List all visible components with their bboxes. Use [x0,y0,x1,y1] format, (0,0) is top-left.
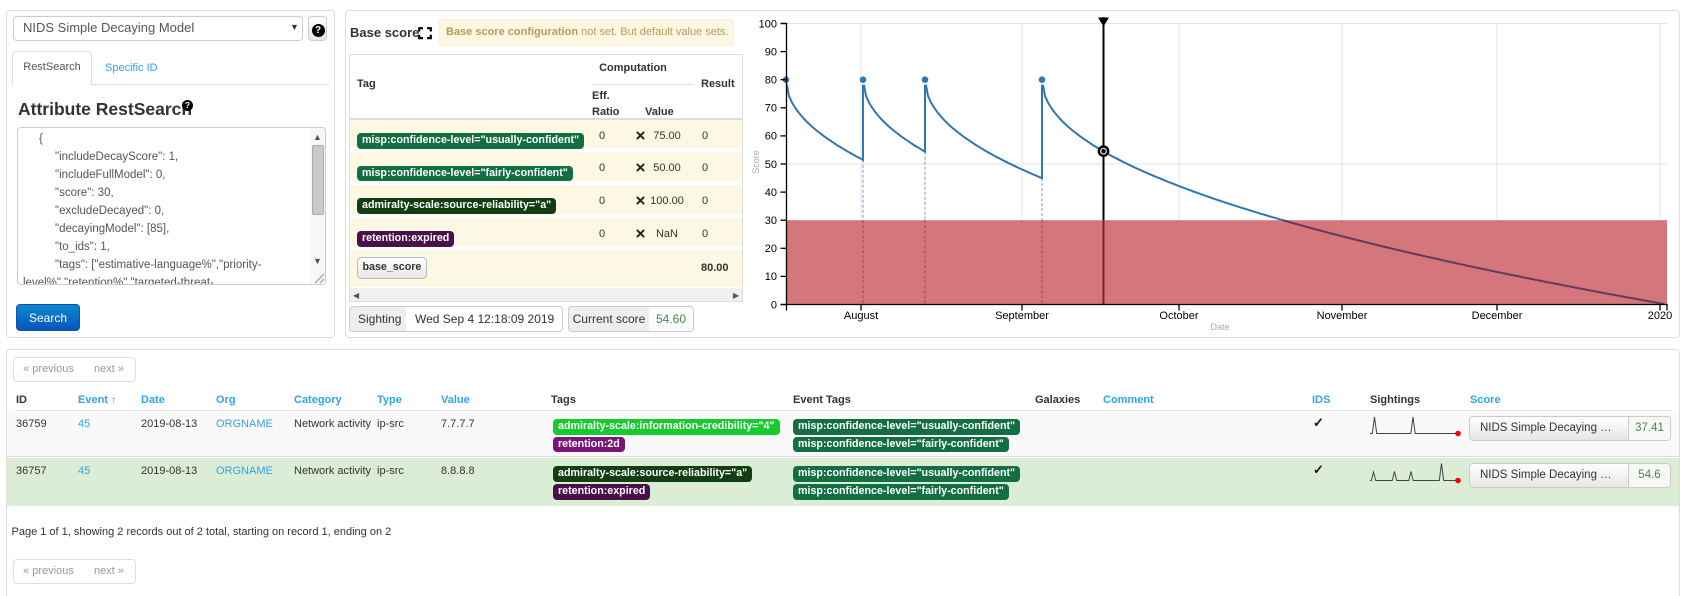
svg-text:2020: 2020 [1648,310,1672,322]
svg-text:100: 100 [759,18,777,30]
svg-text:October: October [1159,310,1198,322]
svg-text:0: 0 [771,299,777,311]
svg-text:November: November [1317,310,1368,322]
svg-text:30: 30 [765,215,777,227]
svg-text:December: December [1472,310,1523,322]
svg-text:60: 60 [765,131,777,143]
svg-text:September: September [995,310,1049,322]
svg-text:Date: Date [1210,322,1229,332]
svg-text:50: 50 [765,159,777,171]
svg-text:70: 70 [765,103,777,115]
svg-text:20: 20 [765,243,777,255]
svg-text:40: 40 [765,187,777,199]
svg-text:80: 80 [765,75,777,87]
svg-text:Score: Score [751,150,761,174]
svg-text:90: 90 [765,46,777,58]
svg-text:10: 10 [765,271,777,283]
svg-text:August: August [844,310,878,322]
